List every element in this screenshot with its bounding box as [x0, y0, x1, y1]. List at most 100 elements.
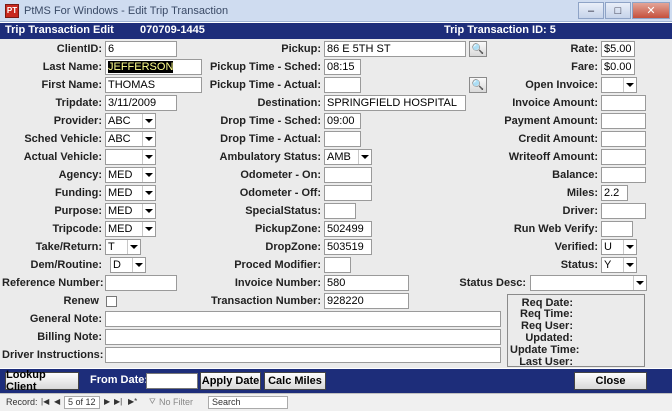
odometer-on-field[interactable]	[324, 167, 372, 183]
form-footer-toolbar: Lookup Client From Date: Apply Date Calc…	[0, 369, 672, 393]
drop-sched-label: Drop Time - Sched:	[220, 115, 321, 127]
pickup-field[interactable]: 86 E 5TH ST	[324, 41, 466, 57]
take-return-combo[interactable]: T	[105, 239, 141, 255]
lookup-client-button[interactable]: Lookup Client	[5, 369, 79, 393]
sched-vehicle-combo[interactable]: ABC	[105, 131, 156, 147]
tripdate-field[interactable]: 3/11/2009	[105, 95, 177, 111]
reference-number-field[interactable]	[105, 275, 177, 291]
new-record-icon[interactable]: ▶*	[128, 397, 137, 406]
provider-combo[interactable]: ABC	[105, 113, 156, 129]
pickup-zone-field[interactable]: 502499	[324, 221, 372, 237]
form-code: 070709-1445	[140, 24, 205, 36]
first-name-label: First Name:	[41, 79, 102, 91]
chevron-down-icon[interactable]	[633, 276, 646, 290]
writeoff-amount-field[interactable]	[601, 149, 646, 165]
provider-value: ABC	[108, 115, 131, 127]
chevron-down-icon[interactable]	[142, 222, 155, 236]
open-invoice-combo[interactable]	[601, 77, 637, 93]
chevron-down-icon[interactable]	[142, 168, 155, 182]
transaction-number-label: Transaction Number:	[210, 295, 321, 307]
fare-field[interactable]: $0.00	[601, 59, 635, 75]
miles-field[interactable]: 2.2	[601, 185, 628, 201]
chevron-down-icon[interactable]	[142, 150, 155, 164]
chevron-down-icon[interactable]	[127, 240, 140, 254]
payment-amount-label: Payment Amount:	[504, 115, 598, 127]
run-web-verify-field[interactable]	[601, 221, 633, 237]
driver-instructions-field[interactable]	[105, 347, 501, 363]
first-name-field[interactable]: THOMAS	[105, 77, 202, 93]
chevron-down-icon[interactable]	[132, 258, 145, 272]
purpose-combo[interactable]: MED	[105, 203, 156, 219]
apply-date-button[interactable]: Apply Date	[200, 372, 261, 390]
verified-combo[interactable]: U	[601, 239, 637, 255]
last-record-icon[interactable]: ▶|	[114, 397, 122, 406]
client-id-label: ClientID:	[56, 43, 102, 55]
close-window-button[interactable]: ✕	[632, 2, 670, 19]
chevron-down-icon[interactable]	[623, 78, 636, 92]
chevron-down-icon[interactable]	[142, 132, 155, 146]
special-status-field[interactable]	[324, 203, 356, 219]
search-field[interactable]: Search	[208, 396, 288, 409]
client-id-field[interactable]: 6	[105, 41, 177, 57]
invoice-number-field[interactable]: 580	[324, 275, 409, 291]
drop-zone-field[interactable]: 503519	[324, 239, 372, 255]
chevron-down-icon[interactable]	[142, 114, 155, 128]
chevron-down-icon[interactable]	[358, 150, 371, 164]
tripdate-label: Tripdate:	[55, 97, 102, 109]
from-date-input[interactable]	[146, 373, 198, 389]
provider-label: Provider:	[53, 115, 102, 127]
agency-label: Agency:	[58, 169, 102, 181]
status-combo[interactable]: Y	[601, 257, 637, 273]
chevron-down-icon[interactable]	[142, 204, 155, 218]
miles-label: Miles:	[566, 187, 598, 199]
invoice-number-label: Invoice Number:	[234, 277, 321, 289]
renew-checkbox[interactable]	[106, 296, 117, 307]
credit-amount-label: Credit Amount:	[518, 133, 598, 145]
destination-field[interactable]: SPRINGFIELD HOSPITAL	[324, 95, 466, 111]
current-record-field[interactable]: 5 of 12	[64, 396, 100, 409]
funding-combo[interactable]: MED	[105, 185, 156, 201]
proced-modifier-field[interactable]	[324, 257, 351, 273]
funding-value: MED	[108, 187, 133, 199]
proced-modifier-label: Proced Modifier:	[234, 259, 321, 271]
status-desc-combo[interactable]	[530, 275, 647, 291]
agency-combo[interactable]: MED	[105, 167, 156, 183]
pickup-actual-field[interactable]	[324, 77, 361, 93]
rate-field[interactable]: $5.00	[601, 41, 635, 57]
ambulatory-status-combo[interactable]: AMB	[324, 149, 372, 165]
actual-vehicle-combo[interactable]	[105, 149, 156, 165]
chevron-down-icon[interactable]	[142, 186, 155, 200]
first-record-icon[interactable]: |◀	[41, 397, 49, 406]
maximize-button[interactable]: □	[605, 2, 631, 19]
dem-routine-label: Dem/Routine:	[30, 259, 103, 271]
dem-routine-combo[interactable]: D	[110, 257, 146, 273]
billing-note-field[interactable]	[105, 329, 501, 345]
last-name-field[interactable]: JEFFERSON	[105, 59, 202, 75]
pickup-sched-field[interactable]: 08:15	[324, 59, 361, 75]
from-date-label: From Date:	[90, 374, 149, 386]
take-return-value: T	[108, 241, 115, 253]
drop-sched-field[interactable]: 09:00	[324, 113, 361, 129]
tripcode-combo[interactable]: MED	[105, 221, 156, 237]
payment-amount-field[interactable]	[601, 113, 646, 129]
driver-field[interactable]	[601, 203, 646, 219]
no-filter-label[interactable]: No Filter	[159, 397, 193, 407]
ambulatory-status-value: AMB	[327, 151, 351, 163]
previous-record-icon[interactable]: ◀	[54, 397, 60, 406]
chevron-down-icon[interactable]	[623, 258, 636, 272]
billing-note-label: Billing Note:	[37, 331, 102, 343]
renew-label: Renew	[63, 295, 99, 307]
odometer-off-field[interactable]	[324, 185, 372, 201]
window-title: PtMS For Windows - Edit Trip Transaction	[24, 4, 229, 17]
chevron-down-icon[interactable]	[623, 240, 636, 254]
general-note-field[interactable]	[105, 311, 501, 327]
balance-field[interactable]	[601, 167, 646, 183]
calc-miles-button[interactable]: Calc Miles	[264, 372, 326, 390]
next-record-icon[interactable]: ▶	[104, 397, 110, 406]
invoice-amount-field[interactable]	[601, 95, 646, 111]
transaction-number-field[interactable]: 928220	[324, 293, 409, 309]
minimize-button[interactable]: –	[578, 2, 604, 19]
credit-amount-field[interactable]	[601, 131, 646, 147]
drop-actual-field[interactable]	[324, 131, 361, 147]
close-button[interactable]: Close	[574, 372, 647, 390]
